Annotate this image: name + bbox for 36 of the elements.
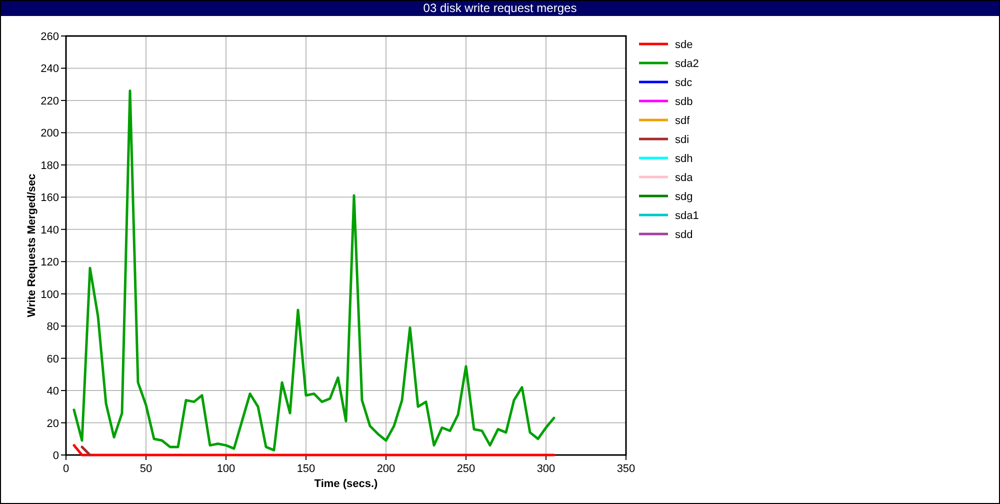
legend-label: sdh bbox=[675, 153, 693, 165]
legend-label: sdd bbox=[675, 229, 693, 241]
y-tick-label: 220 bbox=[40, 95, 59, 108]
y-tick-label: 160 bbox=[40, 192, 59, 204]
legend-label: sdi bbox=[675, 134, 690, 146]
x-tick-label: 350 bbox=[616, 463, 636, 475]
legend-label: sde bbox=[675, 39, 693, 51]
y-tick-label: 120 bbox=[40, 256, 59, 269]
y-tick-label: 60 bbox=[46, 353, 59, 366]
y-tick-label: 200 bbox=[40, 128, 59, 140]
x-axis-title: Time (secs.) bbox=[314, 478, 378, 490]
y-axis-title: Write Requests Merged/sec bbox=[26, 174, 38, 318]
y-tick-label: 20 bbox=[46, 418, 59, 430]
y-tick-label: 80 bbox=[46, 321, 59, 334]
y-tick-label: 100 bbox=[40, 288, 59, 301]
y-tick-label: 140 bbox=[40, 224, 59, 236]
legend-label: sdc bbox=[675, 77, 692, 89]
x-tick-label: 300 bbox=[536, 463, 556, 475]
legend-label: sdf bbox=[675, 115, 690, 127]
y-tick-label: 240 bbox=[40, 63, 59, 76]
x-tick-label: 150 bbox=[296, 463, 316, 475]
legend-label: sdg bbox=[675, 191, 693, 203]
chart-title: 03 disk write request merges bbox=[1, 1, 999, 16]
x-tick-label: 50 bbox=[140, 463, 152, 475]
legend-label: sda bbox=[675, 172, 693, 184]
legend-label: sda2 bbox=[675, 58, 699, 70]
x-tick-label: 200 bbox=[376, 463, 396, 475]
x-tick-label: 250 bbox=[456, 463, 476, 475]
y-tick-label: 40 bbox=[46, 386, 59, 398]
x-tick-label: 0 bbox=[62, 463, 70, 475]
x-tick-label: 100 bbox=[216, 463, 236, 475]
y-tick-label: 0 bbox=[52, 450, 59, 462]
y-tick-label: 260 bbox=[40, 31, 59, 43]
legend-label: sdb bbox=[675, 96, 693, 108]
legend-label: sda1 bbox=[675, 210, 699, 222]
y-tick-label: 180 bbox=[40, 160, 59, 172]
